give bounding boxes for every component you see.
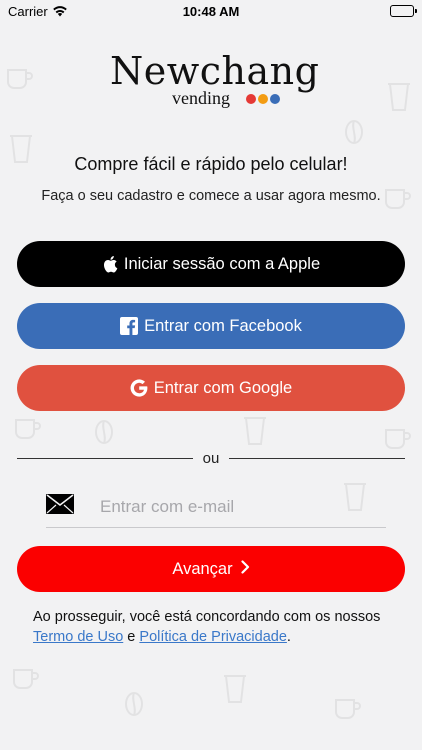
next-button[interactable]: Avançar: [17, 546, 405, 592]
battery-icon: [390, 5, 417, 17]
apple-signin-button[interactable]: Iniciar sessão com a Apple: [17, 241, 405, 287]
envelope-icon: [46, 494, 76, 519]
divider-text: ou: [202, 449, 220, 467]
facebook-icon: [120, 317, 139, 335]
email-input[interactable]: [100, 496, 386, 517]
apple-icon: [102, 255, 118, 273]
divider-line-right: [229, 457, 405, 459]
logo-dot-orange: [258, 94, 268, 104]
logo-brand: Newchang: [110, 49, 320, 93]
subline: Faça o seu cadastro e comece a usar agor…: [41, 188, 381, 204]
google-icon: [130, 379, 148, 397]
legal-prefix: Ao prosseguir, você está concordando com…: [33, 609, 381, 625]
or-divider: ou: [17, 449, 405, 467]
chevron-right-icon: [241, 559, 250, 579]
logo-dots: [246, 94, 280, 104]
legal-and: e: [127, 629, 136, 645]
logo-dot-blue: [270, 94, 280, 104]
privacy-link[interactable]: Política de Privacidade: [139, 629, 287, 645]
facebook-signin-label: Entrar com Facebook: [144, 316, 302, 335]
logo-dot-red: [246, 94, 256, 104]
legal-text: Ao prosseguir, você está concordando com…: [33, 607, 403, 647]
newchang-logo: Newchang vending: [110, 52, 320, 114]
google-signin-button[interactable]: Entrar com Google: [17, 365, 405, 411]
next-label: Avançar: [172, 559, 233, 578]
facebook-signin-button[interactable]: Entrar com Facebook: [17, 303, 405, 349]
email-row: [46, 486, 386, 528]
headline: Compre fácil e rápido pelo celular!: [74, 154, 348, 174]
logo-sub: vending: [172, 88, 230, 108]
google-signin-label: Entrar com Google: [153, 378, 293, 397]
divider-line-left: [17, 457, 193, 459]
clock: 10:48 AM: [182, 4, 240, 19]
legal-suffix: .: [286, 629, 291, 645]
terms-link[interactable]: Termo de Uso: [33, 629, 123, 645]
status-bar: Carrier 10:48 AM: [0, 0, 422, 22]
apple-signin-label: Iniciar sessão com a Apple: [123, 254, 321, 273]
